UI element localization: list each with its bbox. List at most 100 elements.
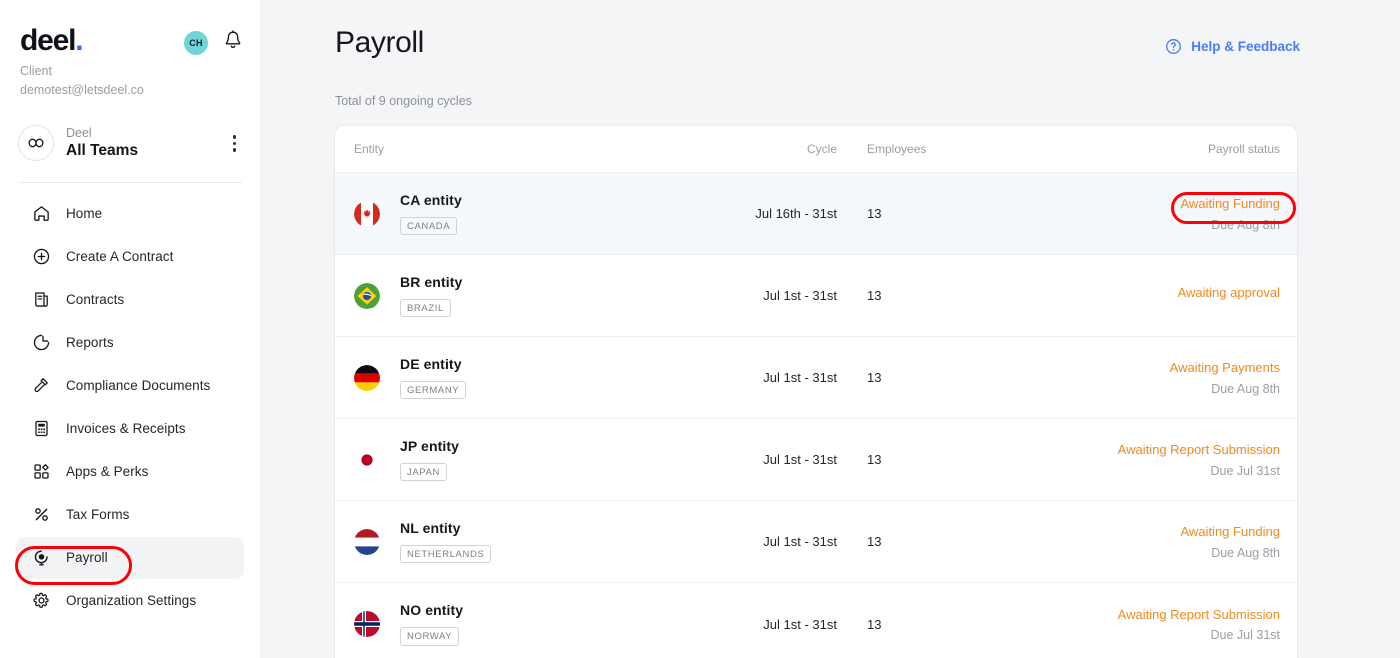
status-due: Due Jul 31st <box>947 628 1280 642</box>
flag-netherlands-icon <box>354 529 380 555</box>
employees-value: 13 <box>837 452 947 467</box>
page-header: Payroll Help & Feedback <box>335 0 1300 60</box>
deel-logo[interactable]: deel. <box>20 26 82 56</box>
country-badge: NORWAY <box>400 627 459 646</box>
sidebar-item-create-a-contract[interactable]: Create A Contract <box>16 236 244 278</box>
status-due: Due Jul 31st <box>947 464 1280 478</box>
table-header-row: Entity Cycle Employees Payroll status <box>335 126 1297 173</box>
sidebar-item-tax-forms[interactable]: Tax Forms <box>16 494 244 536</box>
status-badge[interactable]: Awaiting approval <box>947 284 1280 302</box>
employees-value: 13 <box>837 617 947 632</box>
cycles-summary: Total of 9 ongoing cycles <box>335 94 1300 108</box>
country-badge: GERMANY <box>400 381 466 400</box>
entity-name: CA entity <box>400 192 462 208</box>
avatar[interactable]: CH <box>184 31 208 55</box>
sidebar-item-invoices-receipts[interactable]: Invoices & Receipts <box>16 408 244 450</box>
table-row[interactable]: DE entity GERMANY Jul 1st - 31st 13 Awai… <box>335 337 1297 419</box>
status-cell: Awaiting Funding Due Aug 8th <box>947 195 1280 232</box>
status-badge[interactable]: Awaiting Funding <box>947 523 1280 541</box>
client-email: demotest@letsdeel.co <box>20 81 244 100</box>
sidebar-item-label: Apps & Perks <box>66 464 148 479</box>
sidebar-item-label: Organization Settings <box>66 593 196 608</box>
flag-germany-icon <box>354 365 380 391</box>
gear-icon <box>30 590 52 612</box>
sidebar-item-label: Compliance Documents <box>66 378 210 393</box>
flag-japan-icon <box>354 447 380 473</box>
flag-brazil-icon <box>354 283 380 309</box>
contract-document-icon <box>30 289 52 311</box>
cycle-value: Jul 1st - 31st <box>687 534 837 549</box>
status-badge[interactable]: Awaiting Report Submission <box>947 441 1280 459</box>
entity-cell: BR entity BRAZIL <box>354 274 687 318</box>
pie-chart-icon <box>30 332 52 354</box>
employees-value: 13 <box>837 370 947 385</box>
cycle-value: Jul 16th - 31st <box>687 206 837 221</box>
client-label: Client <box>20 62 244 81</box>
help-and-feedback-link[interactable]: Help & Feedback <box>1165 38 1300 55</box>
payroll-page: deel. CH Client demotest@letsdeel.co <box>0 0 1400 658</box>
status-badge[interactable]: Awaiting Report Submission <box>947 606 1280 624</box>
table-row[interactable]: CA entity CANADA Jul 16th - 31st 13 Awai… <box>335 173 1297 255</box>
table-row[interactable]: JP entity JAPAN Jul 1st - 31st 13 Awaiti… <box>335 419 1297 501</box>
sidebar-item-label: Reports <box>66 335 114 350</box>
cycle-value: Jul 1st - 31st <box>687 370 837 385</box>
sidebar-item-organization-settings[interactable]: Organization Settings <box>16 580 244 622</box>
apps-grid-icon <box>30 461 52 483</box>
entity-name: DE entity <box>400 356 466 372</box>
payroll-table-card: Entity Cycle Employees Payroll status CA… <box>335 126 1297 658</box>
sidebar-item-home[interactable]: Home <box>16 193 244 235</box>
table-row[interactable]: BR entity BRAZIL Jul 1st - 31st 13 Await… <box>335 255 1297 337</box>
sidebar-item-label: Invoices & Receipts <box>66 421 186 436</box>
sidebar-item-compliance-documents[interactable]: Compliance Documents <box>16 365 244 407</box>
column-header-employees: Employees <box>837 142 947 156</box>
plus-circle-icon <box>30 246 52 268</box>
sidebar: deel. CH Client demotest@letsdeel.co <box>0 0 260 658</box>
status-cell: Awaiting Report Submission Due Jul 31st <box>947 606 1280 643</box>
entity-name: NL entity <box>400 520 491 536</box>
sidebar-item-contracts[interactable]: Contracts <box>16 279 244 321</box>
flag-canada-icon <box>354 201 380 227</box>
status-cell: Awaiting approval <box>947 284 1280 307</box>
entity-cell: JP entity JAPAN <box>354 438 687 482</box>
team-switcher[interactable]: Deel All Teams <box>18 125 244 162</box>
employees-value: 13 <box>837 534 947 549</box>
percent-icon <box>30 504 52 526</box>
bell-icon[interactable] <box>224 30 242 50</box>
main-content: Payroll Help & Feedback Total of 9 ongoi… <box>260 0 1400 658</box>
sidebar-item-reports[interactable]: Reports <box>16 322 244 364</box>
sidebar-item-label: Home <box>66 206 102 221</box>
country-badge: BRAZIL <box>400 299 451 318</box>
status-due: Due Aug 8th <box>947 546 1280 560</box>
sidebar-item-payroll[interactable]: Payroll <box>16 537 244 579</box>
entity-cell: NL entity NETHERLANDS <box>354 520 687 564</box>
gavel-icon <box>30 375 52 397</box>
kebab-menu-icon[interactable] <box>225 131 245 156</box>
status-cell: Awaiting Funding Due Aug 8th <box>947 523 1280 560</box>
team-org: Deel <box>66 125 225 141</box>
entity-name: JP entity <box>400 438 459 454</box>
cycle-value: Jul 1st - 31st <box>687 288 837 303</box>
brand-row: deel. CH <box>16 0 244 56</box>
sidebar-item-apps-perks[interactable]: Apps & Perks <box>16 451 244 493</box>
flag-norway-icon <box>354 611 380 637</box>
entity-cell: CA entity CANADA <box>354 192 687 236</box>
country-badge: NETHERLANDS <box>400 545 491 564</box>
status-badge[interactable]: Awaiting Funding <box>947 195 1280 213</box>
country-badge: JAPAN <box>400 463 447 482</box>
question-circle-icon <box>1165 38 1182 55</box>
entity-name: BR entity <box>400 274 462 290</box>
table-row[interactable]: NL entity NETHERLANDS Jul 1st - 31st 13 … <box>335 501 1297 583</box>
sidebar-item-label: Contracts <box>66 292 124 307</box>
home-icon <box>30 203 52 225</box>
column-header-entity: Entity <box>354 142 687 156</box>
infinity-icon <box>18 125 54 161</box>
entity-cell: NO entity NORWAY <box>354 602 687 646</box>
table-row[interactable]: NO entity NORWAY Jul 1st - 31st 13 Await… <box>335 583 1297 658</box>
logo-text: deel <box>20 24 75 57</box>
column-header-status: Payroll status <box>947 142 1280 156</box>
status-badge[interactable]: Awaiting Payments <box>947 359 1280 377</box>
status-due: Due Aug 8th <box>947 382 1280 396</box>
entity-cell: DE entity GERMANY <box>354 356 687 400</box>
logo-dot: . <box>75 24 82 57</box>
team-name: All Teams <box>66 141 225 162</box>
